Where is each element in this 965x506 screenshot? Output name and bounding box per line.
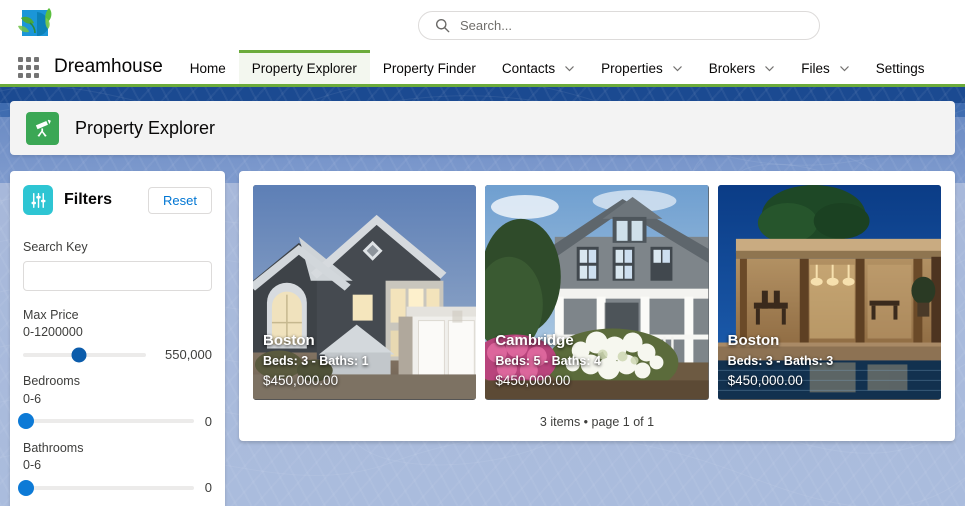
filters-panel: Filters Reset Search Key Max Price 0-120… xyxy=(10,171,225,506)
nav-item-label: Settings xyxy=(875,61,925,76)
nav-item-label: Property Explorer xyxy=(251,61,357,76)
filters-title: Filters xyxy=(64,191,113,208)
property-city: Boston xyxy=(263,332,315,349)
nav-item-property-finder[interactable]: Property Finder xyxy=(370,50,489,84)
filter-slider-max-price: Max Price 0-1200000 550,000 xyxy=(23,307,212,363)
nav-item-home[interactable]: Home xyxy=(177,50,239,84)
max-price-slider-thumb[interactable] xyxy=(71,347,87,363)
nav-item-label: Brokers xyxy=(708,61,756,76)
slider-range: 0-6 xyxy=(23,391,42,406)
search-input[interactable] xyxy=(460,18,807,33)
nav-item-label: Property Finder xyxy=(382,61,476,76)
max-price-value: 550,000 xyxy=(165,347,212,363)
property-tile-caption: Boston Beds: 3 - Baths: 3 $450,000.00 xyxy=(718,324,941,400)
nav-item-property-explorer[interactable]: Property Explorer xyxy=(238,50,370,84)
global-header xyxy=(0,0,965,50)
property-beds-baths: Beds: 3 - Baths: 3 xyxy=(727,353,834,368)
property-results-panel: Boston Beds: 3 - Baths: 1 $450,000.00 Ca… xyxy=(239,171,955,441)
page-header: Property Explorer xyxy=(10,101,955,155)
app-launcher-button[interactable] xyxy=(0,50,44,84)
telescope-icon xyxy=(26,111,59,145)
property-city: Boston xyxy=(727,332,780,349)
content-row: Filters Reset Search Key Max Price 0-120… xyxy=(10,171,955,506)
bathrooms-value: 0 xyxy=(204,480,212,496)
nav-item-contacts[interactable]: Contacts xyxy=(489,50,588,84)
global-search[interactable] xyxy=(418,11,820,40)
bathrooms-slider-thumb[interactable] xyxy=(18,479,35,496)
chevron-down-icon[interactable] xyxy=(764,63,775,74)
app-navigation-bar: Dreamhouse Home Property Explorer Proper… xyxy=(0,50,965,87)
property-tile[interactable]: Boston Beds: 3 - Baths: 1 $450,000.00 xyxy=(253,185,477,400)
property-price: $450,000.00 xyxy=(263,372,339,388)
slider-label: Max Price xyxy=(23,307,79,322)
chevron-down-icon[interactable] xyxy=(672,63,683,74)
nav-item-properties[interactable]: Properties xyxy=(588,50,696,84)
property-city: Cambridge xyxy=(495,332,574,349)
filters-header: Filters Reset xyxy=(23,185,212,215)
nav-item-label: Properties xyxy=(601,61,663,76)
nav-item-label: Home xyxy=(189,61,226,76)
max-price-slider[interactable] xyxy=(23,347,146,363)
search-box[interactable] xyxy=(418,11,820,40)
bedrooms-slider[interactable] xyxy=(18,413,194,430)
slider-range: 0-1200000 xyxy=(23,325,83,340)
reset-button[interactable]: Reset xyxy=(148,186,212,214)
slider-label: Bedrooms xyxy=(23,374,80,389)
property-tile-caption: Cambridge Beds: 5 - Baths: 4 $450,000.00 xyxy=(485,324,708,400)
slider-label: Bathrooms xyxy=(23,440,84,455)
app-launcher-grid-icon xyxy=(17,56,39,78)
property-price: $450,000.00 xyxy=(495,372,571,388)
property-tile-caption: Boston Beds: 3 - Baths: 1 $450,000.00 xyxy=(253,324,476,400)
chevron-down-icon[interactable] xyxy=(564,63,575,74)
bathrooms-slider[interactable] xyxy=(18,479,194,496)
property-price: $450,000.00 xyxy=(727,372,803,388)
nav-item-list: Home Property Explorer Property Finder C… xyxy=(177,50,965,84)
pagination-status: 3 items • page 1 of 1 xyxy=(539,415,655,429)
slider-range: 0-6 xyxy=(23,458,42,473)
page-title: Property Explorer xyxy=(75,117,216,138)
app-name[interactable]: Dreamhouse xyxy=(44,50,177,84)
search-icon xyxy=(435,18,450,33)
search-key-input[interactable] xyxy=(23,260,212,291)
nav-item-files[interactable]: Files xyxy=(788,50,863,84)
filter-slider-bedrooms: Bedrooms 0-6 0 xyxy=(18,373,212,430)
bedrooms-value: 0 xyxy=(204,413,212,429)
property-tile[interactable]: Boston Beds: 3 - Baths: 3 $450,000.00 xyxy=(717,185,941,400)
page-body: Property Explorer Filters Reset Search K… xyxy=(0,87,965,506)
filter-sliders-icon xyxy=(23,185,53,215)
bedrooms-slider-thumb[interactable] xyxy=(18,413,35,430)
nav-item-settings[interactable]: Settings xyxy=(863,50,938,84)
chevron-down-icon[interactable] xyxy=(839,63,850,74)
property-beds-baths: Beds: 3 - Baths: 1 xyxy=(263,353,369,368)
property-tile[interactable]: Cambridge Beds: 5 - Baths: 4 $450,000.00 xyxy=(485,185,709,400)
property-tile-list: Boston Beds: 3 - Baths: 1 $450,000.00 Ca… xyxy=(253,185,941,400)
nav-item-brokers[interactable]: Brokers xyxy=(696,50,789,84)
dreamhouse-logo[interactable] xyxy=(16,6,58,44)
nav-item-label: Contacts xyxy=(501,61,556,76)
property-beds-baths: Beds: 5 - Baths: 4 xyxy=(495,353,601,368)
nav-item-label: Files xyxy=(801,61,830,76)
filter-slider-bathrooms: Bathrooms 0-6 0 xyxy=(18,440,212,496)
search-key-label: Search Key xyxy=(23,240,88,254)
